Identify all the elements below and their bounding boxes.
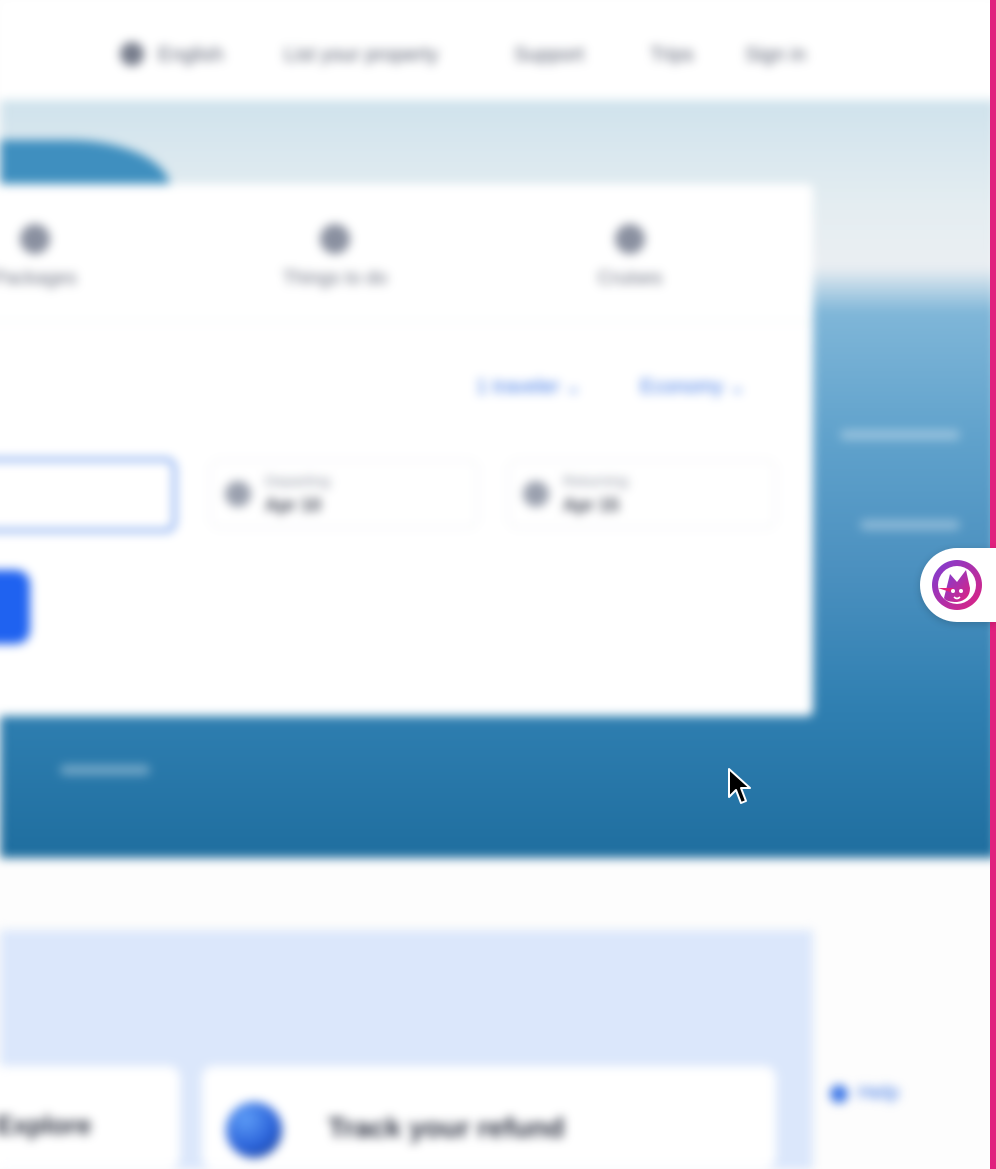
hero-streak — [860, 520, 960, 530]
packages-icon — [20, 224, 50, 254]
date-field-label: Returning — [563, 473, 629, 490]
nav-language[interactable]: English — [158, 44, 224, 67]
tab-packages[interactable]: Packages — [0, 224, 130, 290]
chevron-down-icon: ⌄ — [564, 376, 582, 398]
calendar-icon — [225, 481, 251, 507]
card-divider — [0, 322, 813, 323]
chevron-down-icon: ⌄ — [728, 376, 746, 398]
globe-icon — [120, 42, 144, 66]
nav-support[interactable]: Support — [514, 44, 584, 67]
cruise-icon — [615, 224, 645, 254]
promo-card-refund[interactable]: Track your refund — [202, 1066, 776, 1169]
travelers-dropdown[interactable]: 1 traveler ⌄ — [476, 374, 582, 399]
promo-card-title: Explore — [0, 1110, 92, 1140]
ticket-icon — [320, 224, 350, 254]
date-field-value: Apr 10 — [265, 495, 322, 515]
nav-sign-in[interactable]: Sign in — [745, 44, 806, 67]
help-link[interactable]: Help — [830, 1082, 899, 1105]
tab-label: Packages — [0, 268, 77, 289]
help-label: Help — [858, 1082, 900, 1104]
promo-card-explore[interactable]: Explore — [0, 1066, 180, 1169]
tab-label: Cruises — [597, 268, 663, 289]
page: English List your property Support Trips… — [0, 0, 996, 1169]
tab-label: Things to do — [282, 268, 388, 289]
travelers-dropdown-label: 1 traveler — [476, 376, 560, 398]
cabin-class-dropdown[interactable]: Economy ⌄ — [640, 374, 746, 399]
mouse-cursor-icon — [728, 768, 751, 804]
returning-date-field[interactable]: Returning Apr 15 — [508, 460, 776, 528]
top-nav: English List your property Support Trips… — [0, 0, 996, 108]
cabin-class-dropdown-label: Economy — [640, 376, 724, 398]
departing-date-field[interactable]: Departing Apr 10 — [210, 460, 478, 528]
cat-extension-icon — [932, 560, 982, 610]
search-card: Packages Things to do Cruises 1 traveler… — [0, 184, 813, 716]
help-icon — [830, 1084, 848, 1103]
extension-widget-button[interactable] — [920, 548, 996, 622]
hero-streak — [840, 430, 960, 440]
promo-card-title: Track your refund — [328, 1112, 565, 1143]
nav-list-property[interactable]: List your property — [284, 44, 439, 67]
date-field-value: Apr 15 — [563, 495, 620, 515]
search-button[interactable] — [0, 570, 30, 644]
calendar-icon — [523, 481, 549, 507]
refund-icon — [226, 1102, 282, 1158]
tab-things-to-do[interactable]: Things to do — [240, 224, 430, 290]
hero-streak — [60, 765, 150, 775]
tab-cruises[interactable]: Cruises — [535, 224, 725, 290]
nav-trips[interactable]: Trips — [650, 44, 694, 67]
date-field-label: Departing — [265, 473, 331, 490]
origin-input[interactable] — [0, 458, 176, 532]
blurred-background-page: English List your property Support Trips… — [0, 0, 996, 1169]
